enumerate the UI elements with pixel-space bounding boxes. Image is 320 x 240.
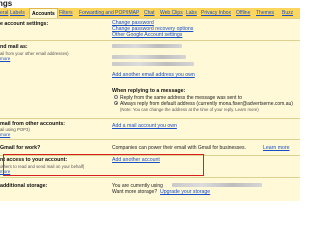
account-settings-label: e account settings: (0, 21, 49, 27)
google-account-settings-link[interactable]: Other Google Account settings (112, 32, 182, 38)
add-email-address-link[interactable]: Add another email address you own (112, 72, 195, 78)
tab-themes[interactable]: Themes (256, 9, 274, 17)
highlight-box (3, 154, 204, 176)
tab-forwarding-pop-imap[interactable]: Forwarding and POP/IMAP (79, 9, 139, 17)
gmail-work-label: Gmail for work? (0, 145, 41, 151)
upgrade-storage-link[interactable]: Upgrade your storage (160, 189, 210, 195)
tab-general[interactable]: eral (0, 9, 8, 17)
reply-default-address-radio[interactable] (114, 101, 118, 105)
when-replying-heading: When replying to a message: (112, 88, 186, 94)
send-mail-as-learn-more-link[interactable]: more (0, 56, 10, 61)
tab-chat[interactable]: Chat (144, 9, 155, 17)
section-storage: additional storage: You are currently us… (0, 177, 300, 201)
reply-note: (Note: You can change the address at the… (120, 107, 259, 112)
settings-tab-bar: eral Labels Accounts Filters Forwarding … (0, 8, 300, 19)
storage-label: additional storage: (0, 183, 48, 189)
tab-buzz[interactable]: Buzz (282, 9, 293, 17)
redacted-email-address (112, 44, 182, 48)
tab-labs[interactable]: Labs (186, 9, 197, 17)
tab-privacy-inbox[interactable]: Privacy Inbox (201, 9, 231, 17)
tab-labels[interactable]: Labels (10, 9, 25, 17)
redacted-storage-amount (172, 183, 262, 187)
check-mail-learn-more-link[interactable]: more (0, 132, 10, 137)
tab-web-clips[interactable]: Web Clips (160, 9, 183, 17)
tab-filters[interactable]: Filters (59, 9, 73, 17)
add-mail-account-link[interactable]: Add a mail account you own (112, 123, 177, 129)
want-more-storage-text: Want more storage? (112, 189, 158, 195)
gmail-work-text: Companies can power their email with Gma… (112, 145, 246, 151)
section-send-mail-as: nd mail as: ail from your other email ad… (0, 40, 300, 119)
section-check-mail: mail from other accounts: ail using POP3… (0, 118, 300, 140)
reply-same-address-radio[interactable] (114, 95, 118, 99)
section-account-settings: e account settings: Change password Chan… (0, 18, 300, 41)
send-mail-as-desc: ail from your other email addresses) (0, 51, 69, 56)
reply-default-address-label: Always reply from default address (curre… (120, 100, 293, 107)
send-mail-as-label: nd mail as: (0, 44, 28, 50)
tab-offline[interactable]: Offline (236, 9, 250, 17)
gmail-work-learn-more-link[interactable]: Learn more (263, 145, 290, 151)
redacted-email-address (112, 55, 186, 59)
redacted-email-address (112, 62, 194, 66)
